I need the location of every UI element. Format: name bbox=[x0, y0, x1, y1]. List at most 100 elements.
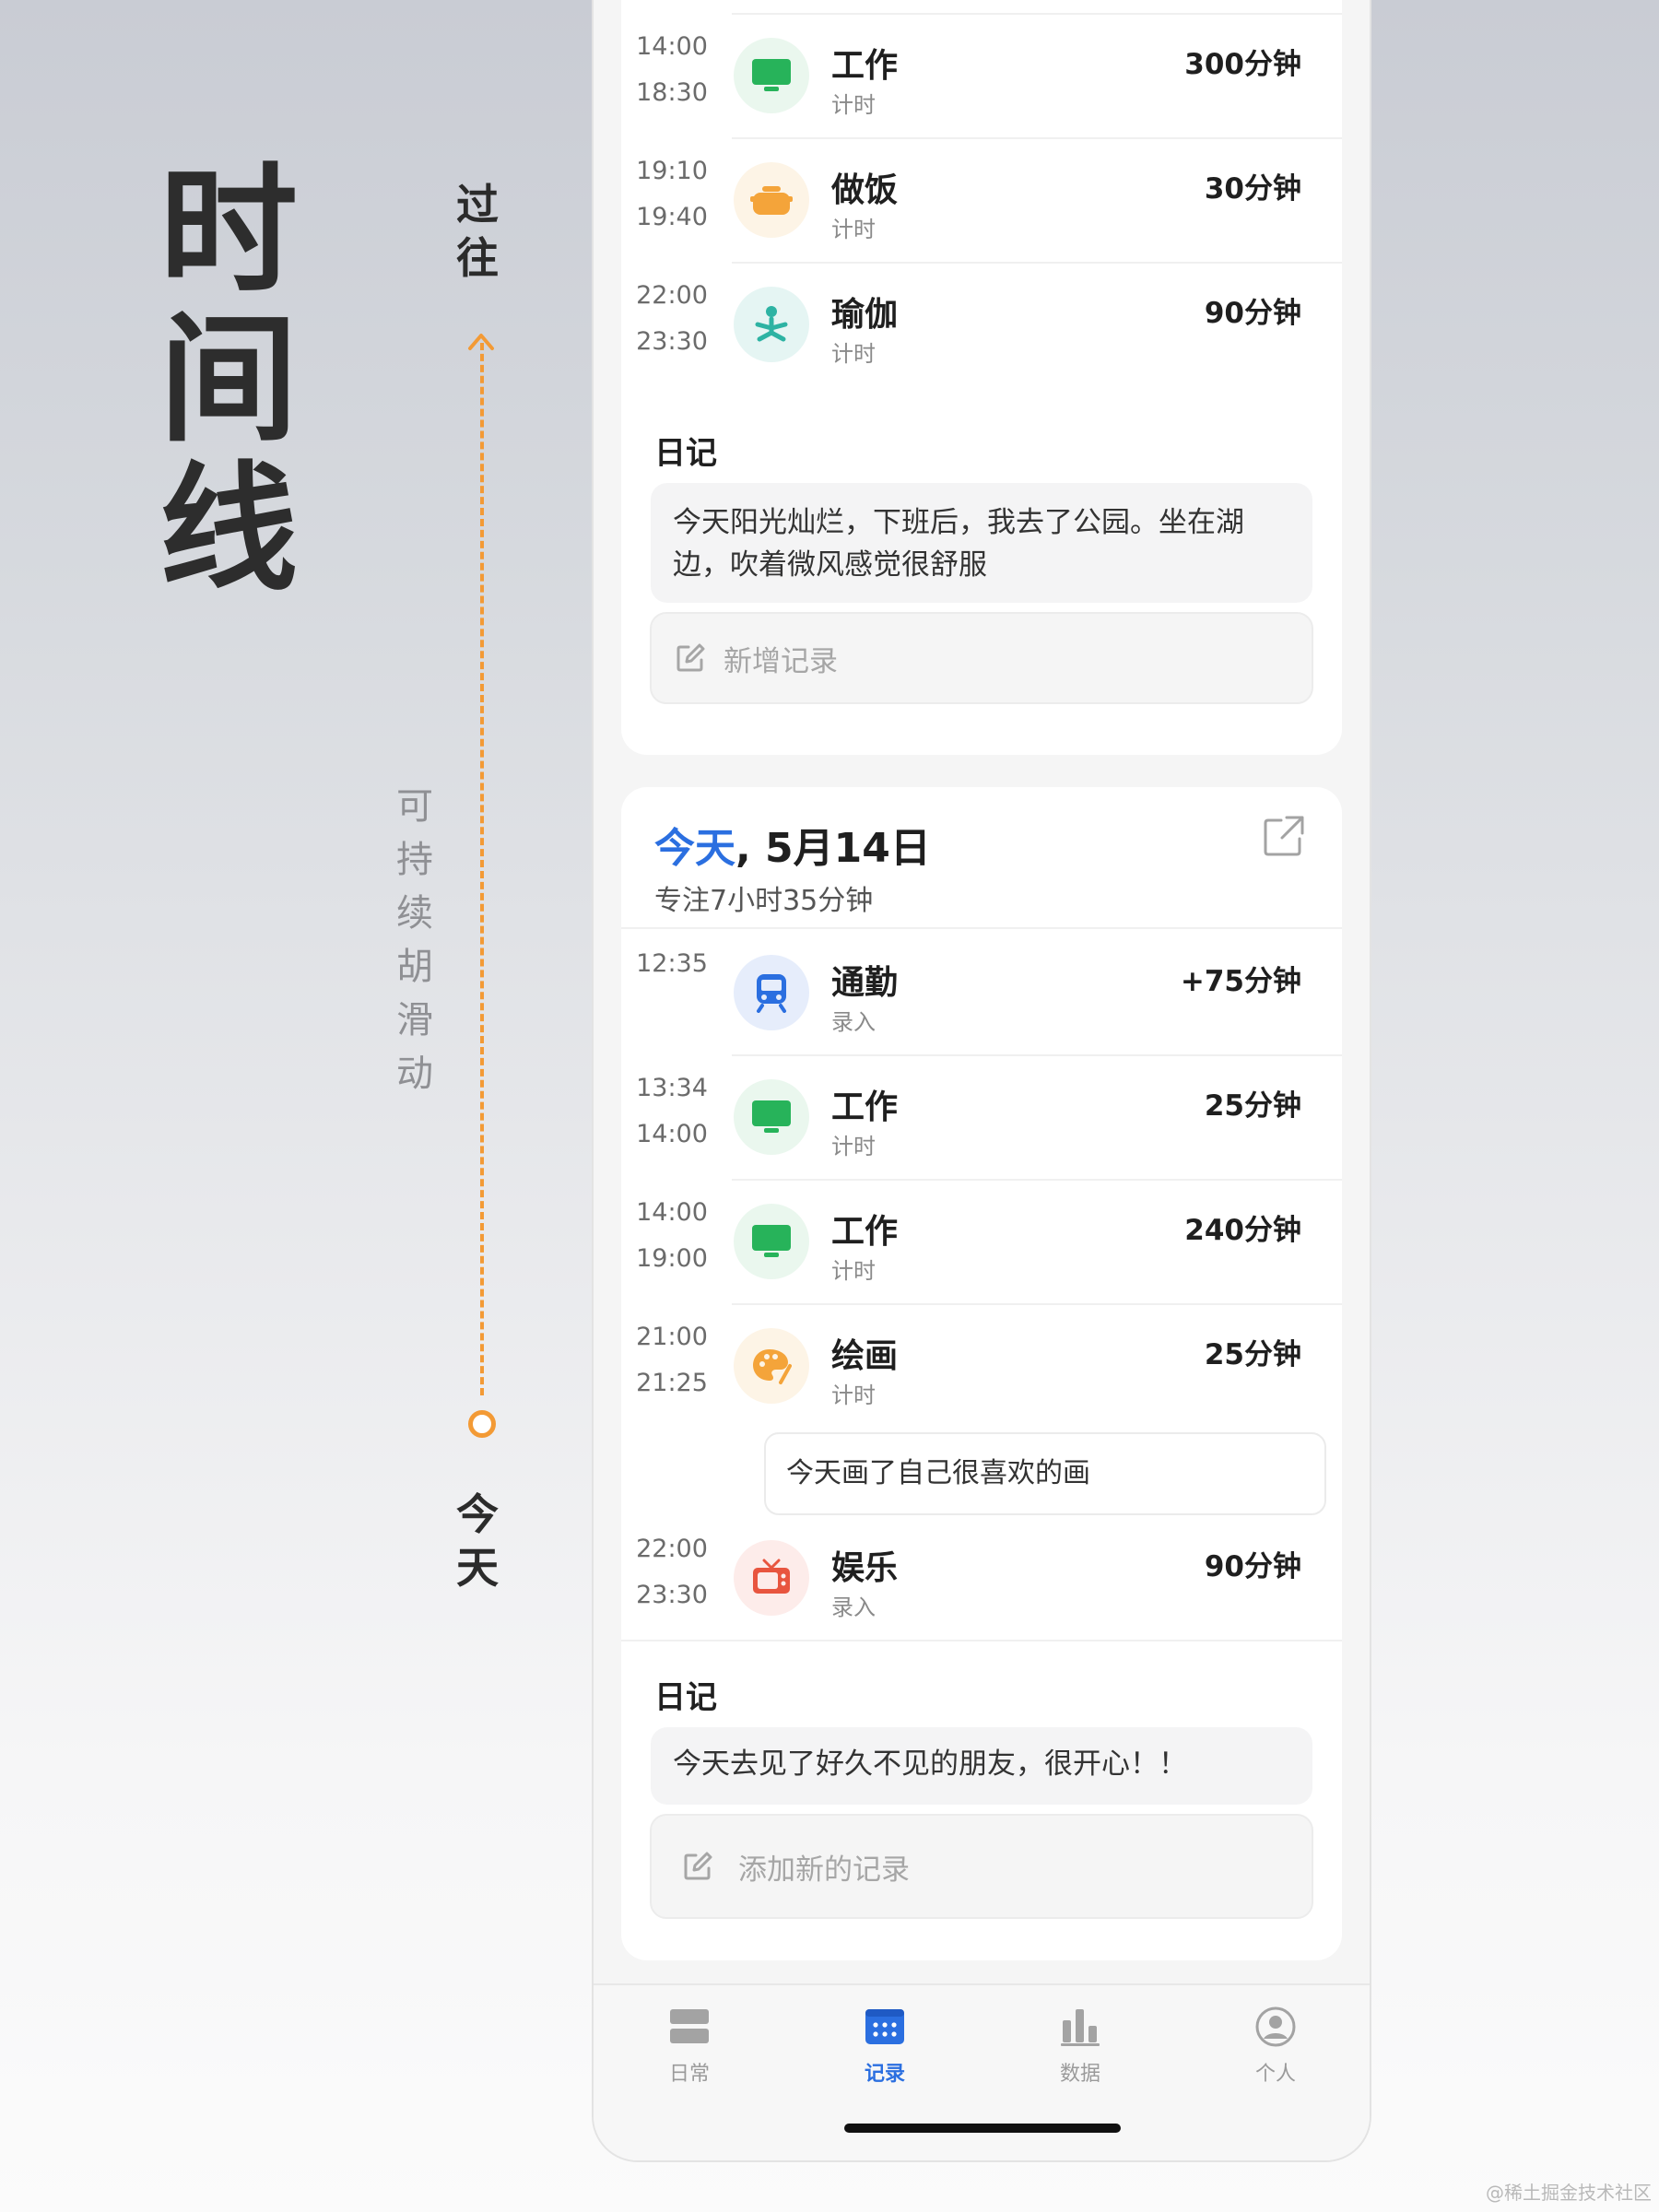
list-item[interactable]: 13:34 14:00 工作 计时 25分钟 bbox=[621, 1054, 1342, 1179]
edit-icon bbox=[684, 1852, 712, 1880]
past-label: 过 往 bbox=[450, 178, 505, 285]
activity-name: 通勤 bbox=[831, 964, 899, 1002]
add-record-button[interactable]: 新增记录 bbox=[650, 612, 1313, 704]
user-icon bbox=[1255, 2006, 1296, 2047]
timeline-end-ring bbox=[468, 1410, 496, 1438]
activity-note[interactable]: 今天画了自己很喜欢的画 bbox=[764, 1432, 1326, 1515]
title-char: 间 bbox=[159, 300, 298, 461]
today-word: 今天 bbox=[654, 825, 735, 872]
diary-line: 今天去见了好久不见的朋友，很开心！！ bbox=[673, 1747, 1187, 1781]
tab-data[interactable]: 数据 bbox=[1016, 2006, 1145, 2087]
train-icon bbox=[734, 955, 809, 1030]
end-time: 19:00 bbox=[636, 1244, 708, 1273]
add-new-record-button[interactable]: 添加新的记录 bbox=[650, 1814, 1313, 1919]
end-time: 23:30 bbox=[636, 327, 708, 356]
activity-name: 工作 bbox=[831, 1088, 899, 1126]
row-divider bbox=[732, 1303, 1342, 1305]
monitor-icon bbox=[734, 1079, 809, 1155]
today-date: , 5月14日 bbox=[735, 825, 931, 872]
scroll-char: 可 bbox=[396, 785, 433, 828]
list-item[interactable]: 21:00 21:25 绘画 计时 25分钟 bbox=[621, 1303, 1342, 1428]
end-time: 19:40 bbox=[636, 203, 708, 231]
list-item[interactable]: 22:00 23:30 娱乐 录入 90分钟 bbox=[621, 1515, 1342, 1640]
activity-duration: 240分钟 bbox=[1184, 1214, 1301, 1247]
start-time: 12:35 bbox=[636, 949, 708, 978]
tab-records[interactable]: 记录 bbox=[820, 2006, 949, 2087]
end-time: 23:30 bbox=[636, 1581, 708, 1609]
today-char: 今 bbox=[456, 1489, 499, 1539]
diary-text[interactable]: 今天阳光灿烂，下班后，我去了公园。坐在湖 边，吹着微风感觉很舒服 bbox=[651, 483, 1312, 603]
activity-name: 工作 bbox=[831, 1213, 899, 1251]
activity-name: 瑜伽 bbox=[831, 296, 899, 334]
diary-text[interactable]: 今天去见了好久不见的朋友，很开心！！ bbox=[651, 1727, 1312, 1805]
start-time: 19:10 bbox=[636, 157, 708, 185]
scroll-char: 胡 bbox=[396, 946, 433, 988]
tab-label: 个人 bbox=[1254, 2063, 1296, 2086]
list-item[interactable]: 14:00 19:00 工作 计时 240分钟 bbox=[621, 1179, 1342, 1303]
activity-duration: 25分钟 bbox=[1204, 1089, 1301, 1123]
edit-icon bbox=[677, 643, 705, 672]
diary-line: 边，吹着微风感觉很舒服 bbox=[673, 548, 987, 582]
tab-label: 记录 bbox=[864, 2063, 905, 2086]
tab-label: 数据 bbox=[1059, 2063, 1100, 2086]
row-divider bbox=[732, 262, 1342, 264]
monitor-icon bbox=[734, 38, 809, 113]
start-time: 22:00 bbox=[636, 281, 708, 310]
row-divider bbox=[732, 137, 1342, 139]
end-time: 18:30 bbox=[636, 78, 708, 107]
activity-duration: 90分钟 bbox=[1204, 297, 1301, 330]
activity-type: 录入 bbox=[831, 1594, 876, 1620]
watermark: @稀土掘金技术社区 bbox=[1486, 2182, 1652, 2204]
calendar-icon bbox=[865, 2009, 904, 2044]
diary-title: 日记 bbox=[654, 1679, 717, 1716]
activity-name: 做饭 bbox=[831, 171, 899, 209]
tab-profile[interactable]: 个人 bbox=[1211, 2006, 1340, 2087]
activity-duration: 90分钟 bbox=[1204, 1550, 1301, 1583]
monitor-icon bbox=[734, 1204, 809, 1279]
activity-type: 计时 bbox=[831, 92, 876, 118]
header-divider bbox=[621, 927, 1342, 929]
tv-icon bbox=[734, 1540, 809, 1616]
activity-duration: +75分钟 bbox=[1180, 965, 1301, 998]
scroll-hint: 可 持 续 胡 滑 动 bbox=[387, 780, 442, 1100]
scroll-char: 续 bbox=[396, 892, 433, 935]
tab-bar: 日常 记录 数据 个人 bbox=[594, 1983, 1370, 2160]
activity-type: 计时 bbox=[831, 341, 876, 367]
list-icon bbox=[670, 2009, 709, 2043]
activity-type: 计时 bbox=[831, 1258, 876, 1284]
list-item[interactable]: 19:10 19:40 做饭 计时 30分钟 bbox=[621, 137, 1342, 262]
diary-line: 今天阳光灿烂，下班后，我去了公园。坐在湖 bbox=[673, 506, 1244, 539]
share-icon[interactable] bbox=[1263, 815, 1305, 857]
scroll-char: 动 bbox=[396, 1053, 433, 1095]
phone-screen[interactable]: 14:00 18:30 工作 计时 300分钟 19:10 19:40 做饭 计… bbox=[592, 0, 1371, 2162]
activity-duration: 30分钟 bbox=[1204, 172, 1301, 206]
row-divider bbox=[621, 1640, 1342, 1641]
end-time: 14:00 bbox=[636, 1120, 708, 1148]
home-indicator[interactable] bbox=[844, 2124, 1121, 2133]
start-time: 13:34 bbox=[636, 1074, 708, 1102]
list-item[interactable]: 22:00 23:30 瑜伽 计时 90分钟 bbox=[621, 262, 1342, 386]
add-record-label: 添加新的记录 bbox=[738, 1853, 910, 1887]
yoga-icon bbox=[734, 287, 809, 362]
focus-summary: 专注7小时35分钟 bbox=[654, 885, 874, 917]
activity-name: 娱乐 bbox=[831, 1549, 899, 1587]
title-char: 线 bbox=[159, 450, 298, 610]
today-card: 今天, 5月14日 专注7小时35分钟 12:35 通勤 录入 +75分钟 13… bbox=[621, 787, 1342, 1960]
end-time: 21:25 bbox=[636, 1369, 708, 1397]
start-time: 14:00 bbox=[636, 32, 708, 61]
row-divider bbox=[732, 13, 1342, 15]
scroll-char: 滑 bbox=[396, 999, 433, 1041]
palette-icon bbox=[734, 1328, 809, 1404]
row-divider bbox=[732, 1054, 1342, 1056]
tab-daily[interactable]: 日常 bbox=[625, 2006, 754, 2087]
timeline-title: 时 间 线 bbox=[155, 157, 302, 605]
activity-type: 计时 bbox=[831, 1134, 876, 1159]
bar-chart-icon bbox=[1061, 2009, 1100, 2046]
list-item[interactable]: 14:00 18:30 工作 计时 300分钟 bbox=[621, 13, 1342, 137]
activity-duration: 300分钟 bbox=[1184, 48, 1301, 81]
activity-name: 绘画 bbox=[831, 1337, 899, 1375]
today-header: 今天, 5月14日 bbox=[654, 815, 931, 874]
activity-duration: 25分钟 bbox=[1204, 1338, 1301, 1371]
list-item[interactable]: 12:35 通勤 录入 +75分钟 bbox=[621, 930, 1342, 1054]
start-time: 14:00 bbox=[636, 1198, 708, 1227]
